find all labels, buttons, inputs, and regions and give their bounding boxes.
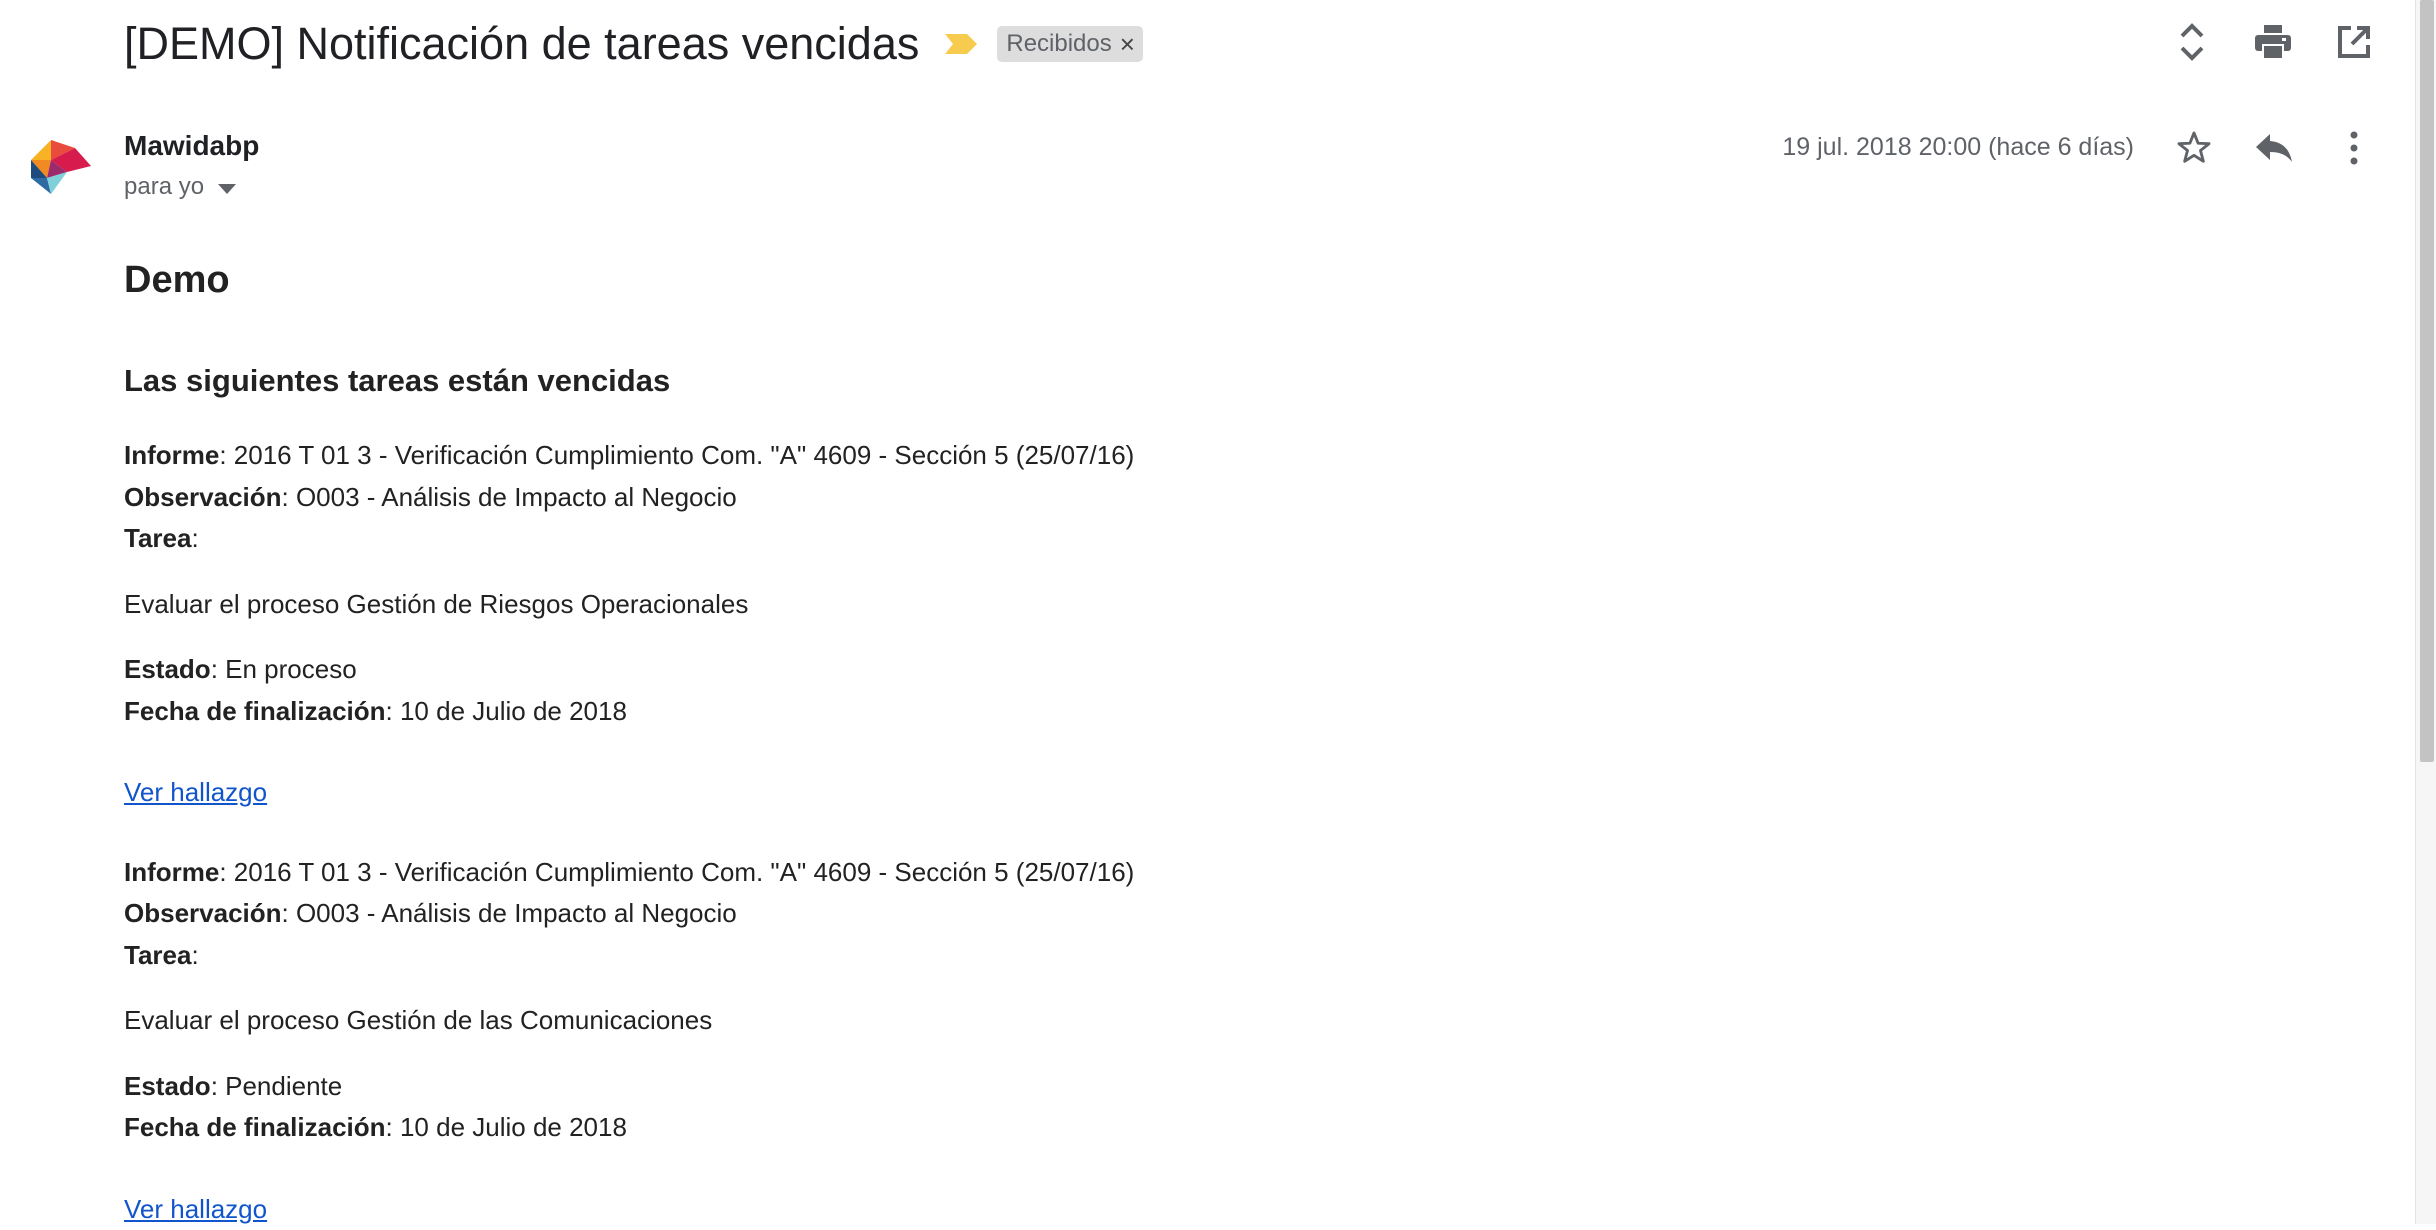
fecha-value: : 10 de Julio de 2018	[386, 1112, 627, 1142]
task-informe: Informe: 2016 T 01 3 - Verificación Cump…	[124, 435, 1924, 477]
more-vert-icon[interactable]	[2332, 126, 2376, 170]
label-chip-text: Recibidos	[1006, 30, 1111, 58]
task-block: Informe: 2016 T 01 3 - Verificación Cump…	[124, 852, 1924, 1230]
task-tarea-label-row: Tarea:	[124, 518, 1924, 560]
estado-value: : Pendiente	[211, 1071, 343, 1101]
body-title: Demo	[124, 255, 1924, 305]
task-informe: Informe: 2016 T 01 3 - Verificación Cump…	[124, 852, 1924, 894]
tarea-label: Tarea	[124, 940, 191, 970]
task-observacion: Observación: O003 - Análisis de Impacto …	[124, 477, 1924, 519]
tarea-description: Evaluar el proceso Gestión de Riesgos Op…	[124, 584, 1924, 626]
chevron-down-icon[interactable]	[218, 173, 236, 201]
observacion-label: Observación	[124, 482, 282, 512]
task-fecha: Fecha de finalización: 10 de Julio de 20…	[124, 1107, 1924, 1149]
tarea-separator: :	[191, 523, 198, 553]
task-estado: Estado: En proceso	[124, 649, 1924, 691]
observacion-label: Observación	[124, 898, 282, 928]
label-chip-inbox: Recibidos ×	[997, 26, 1143, 62]
task-block: Informe: 2016 T 01 3 - Verificación Cump…	[124, 435, 1924, 814]
observacion-value: : O003 - Análisis de Impacto al Negocio	[282, 482, 737, 512]
sender-avatar	[27, 138, 95, 196]
tarea-description: Evaluar el proceso Gestión de las Comuni…	[124, 1000, 1924, 1042]
tarea-separator: :	[191, 940, 198, 970]
informe-label: Informe	[124, 440, 219, 470]
importance-marker-icon[interactable]	[945, 32, 979, 56]
task-estado: Estado: Pendiente	[124, 1066, 1924, 1108]
observacion-value: : O003 - Análisis de Impacto al Negocio	[282, 898, 737, 928]
informe-label: Informe	[124, 857, 219, 887]
task-tarea-label-row: Tarea:	[124, 935, 1924, 977]
remove-label-button[interactable]: ×	[1120, 31, 1135, 57]
reply-icon[interactable]	[2252, 126, 2296, 170]
task-observacion: Observación: O003 - Análisis de Impacto …	[124, 893, 1924, 935]
email-body: Demo Las siguientes tareas están vencida…	[124, 255, 1924, 1230]
fecha-label: Fecha de finalización	[124, 1112, 386, 1142]
message-actions	[2172, 126, 2376, 170]
scrollbar-track[interactable]	[2415, 0, 2436, 1224]
message-date: 19 jul. 2018 20:00 (hace 6 días)	[1782, 133, 2134, 162]
expand-collapse-icon[interactable]	[2170, 20, 2214, 64]
subject-row: [DEMO] Notificación de tareas vencidas R…	[124, 14, 1143, 74]
fecha-label: Fecha de finalización	[124, 696, 386, 726]
estado-value: : En proceso	[211, 654, 357, 684]
sender-name: Mawidabp	[124, 130, 259, 162]
print-icon[interactable]	[2251, 20, 2295, 64]
informe-value: : 2016 T 01 3 - Verificación Cumplimient…	[219, 857, 1134, 887]
email-subject: [DEMO] Notificación de tareas vencidas	[124, 18, 919, 70]
recipient-text: para yo	[124, 173, 204, 201]
ver-hallazgo-link[interactable]: Ver hallazgo	[124, 777, 267, 807]
tarea-label: Tarea	[124, 523, 191, 553]
informe-value: : 2016 T 01 3 - Verificación Cumplimient…	[219, 440, 1134, 470]
scrollbar-thumb[interactable]	[2420, 0, 2434, 762]
body-subtitle: Las siguientes tareas están vencidas	[124, 361, 1924, 401]
star-icon[interactable]	[2172, 126, 2216, 170]
fecha-value: : 10 de Julio de 2018	[386, 696, 627, 726]
task-fecha: Fecha de finalización: 10 de Julio de 20…	[124, 691, 1924, 733]
recipient-details-toggle[interactable]: para yo	[124, 173, 236, 201]
thread-toolbar	[2170, 20, 2376, 64]
open-in-new-window-icon[interactable]	[2332, 20, 2376, 64]
ver-hallazgo-link[interactable]: Ver hallazgo	[124, 1194, 267, 1224]
estado-label: Estado	[124, 654, 211, 684]
estado-label: Estado	[124, 1071, 211, 1101]
